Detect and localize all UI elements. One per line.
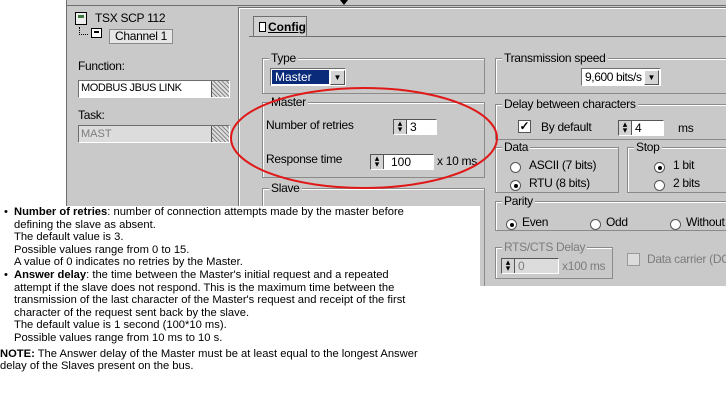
- transmission-value: 9,600 bits/s: [585, 70, 642, 84]
- item1-title: Number of retries: [14, 206, 108, 218]
- response-input[interactable]: ▴ ▾ 100: [370, 154, 434, 170]
- documentation-text: • Number of retries: number of connectio…: [0, 206, 480, 414]
- item1-line5: A value of 0 indicates no retries by the…: [14, 256, 243, 269]
- response-label: Response time: [266, 152, 343, 166]
- stop-2bits-label: 2 bits: [673, 176, 700, 190]
- parity-even-label: Even: [522, 215, 549, 229]
- note-label: NOTE:: [0, 347, 35, 360]
- function-select[interactable]: MODBUS JBUS LINK: [78, 80, 230, 98]
- task-label: Task:: [78, 108, 105, 122]
- window-top-edge: [67, 0, 726, 6]
- tree-branch-icon: [79, 27, 88, 35]
- transmission-select[interactable]: 9,600 bits/s ▼: [581, 68, 661, 86]
- rts-input: ▴ ▾ 0: [501, 258, 559, 274]
- type-legend: Type: [269, 51, 298, 65]
- task-value: MAST: [81, 128, 112, 140]
- item2-title: Answer delay: [14, 268, 87, 281]
- data-legend: Data: [502, 140, 531, 154]
- stop-1bit-label: 1 bit: [673, 158, 695, 172]
- delay-default-label: By default: [541, 120, 592, 134]
- rts-spin-icon: ▴ ▾: [502, 258, 515, 273]
- bullet-icon: •: [4, 206, 8, 218]
- slave-legend: Slave: [269, 181, 302, 195]
- task-dropdown-icon: [211, 126, 229, 142]
- parity-odd-radio[interactable]: [590, 219, 601, 230]
- channel-item[interactable]: Channel 1: [109, 29, 174, 44]
- transmission-legend: Transmission speed: [502, 51, 608, 65]
- stop-1bit-radio[interactable]: [654, 162, 665, 173]
- delay-legend: Delay between characters: [502, 97, 638, 111]
- carrier-label: Data carrier (DCD): [647, 252, 726, 266]
- type-value: Master: [271, 69, 330, 85]
- list-item: • Answer delay: the time between the Mas…: [0, 269, 480, 345]
- module-name: TSX SCP 112: [95, 11, 166, 25]
- retries-label: Number of retries: [266, 118, 354, 132]
- delay-default-checkbox[interactable]: ✓: [518, 120, 531, 133]
- rts-legend: RTS/CTS Delay: [502, 240, 588, 254]
- item2-line1: : the time between the Master's initial …: [86, 268, 389, 281]
- item2-line2: attempt if the slave does not respond. T…: [14, 281, 395, 294]
- retries-spin-icon[interactable]: ▴ ▾: [394, 119, 407, 134]
- note-line1: The Answer delay of the Master must be a…: [34, 347, 418, 360]
- response-value: 100: [391, 155, 412, 169]
- data-ascii-label: ASCII (7 bits): [529, 158, 597, 172]
- carrier-checkbox: [627, 253, 640, 266]
- parity-odd-label: Odd: [606, 215, 628, 229]
- parity-legend: Parity: [502, 194, 535, 208]
- item2-line3: transmission of the last character of th…: [14, 294, 406, 307]
- type-dropdown-icon[interactable]: ▼: [330, 70, 345, 85]
- item2-line4: character of the request sent back by th…: [14, 306, 250, 319]
- item2-line5: The default value is 1 second (100*10 ms…: [14, 319, 227, 332]
- item1-line4: Possible values range from 0 to 15.: [14, 243, 190, 256]
- tab-config[interactable]: Config: [253, 16, 307, 36]
- item2-line6: Possible values range from 10 ms to 10 s…: [14, 331, 223, 344]
- tab-config-label: Config: [268, 20, 306, 34]
- config-tab-icon: [259, 22, 266, 32]
- stop-2bits-radio[interactable]: [654, 180, 665, 191]
- response-spin-icon[interactable]: ▴ ▾: [371, 154, 384, 169]
- transmission-dropdown-icon[interactable]: ▼: [644, 70, 659, 85]
- item1-line2: defining the slave as absent.: [14, 218, 156, 231]
- list-item: • Number of retries: number of connectio…: [0, 206, 480, 269]
- item1-line3: The default value is 3.: [14, 231, 124, 244]
- tab-underline: [249, 36, 726, 37]
- retries-value: 3: [410, 120, 417, 134]
- delay-unit: ms: [678, 121, 694, 135]
- dropdown-arrow-icon[interactable]: [340, 0, 348, 5]
- note-line2: delay of the Slaves present on the bus.: [0, 360, 194, 373]
- parity-even-radio[interactable]: [506, 219, 517, 230]
- data-rtu-radio[interactable]: [510, 180, 521, 191]
- parity-without-label: Without: [686, 215, 725, 229]
- master-legend: Master: [269, 95, 308, 109]
- task-select: MAST: [78, 125, 230, 143]
- rts-value: 0: [518, 259, 525, 273]
- bullet-icon: •: [4, 268, 8, 281]
- type-select[interactable]: Master ▼: [270, 68, 346, 86]
- response-unit: x 10 ms: [437, 154, 477, 168]
- function-label: Function:: [78, 59, 125, 73]
- parity-without-radio[interactable]: [670, 219, 681, 230]
- note-paragraph: NOTE: The Answer delay of the Master mus…: [0, 348, 480, 373]
- module-icon: [75, 12, 87, 25]
- function-value: MODBUS JBUS LINK: [81, 82, 182, 94]
- delay-value: 4: [635, 121, 642, 135]
- data-rtu-label: RTU (8 bits): [529, 176, 590, 190]
- item1-line1: : number of connection attempts made by …: [107, 206, 404, 218]
- channel-icon: [91, 28, 102, 38]
- data-ascii-radio[interactable]: [510, 162, 521, 173]
- delay-spin-icon: ▴ ▾: [619, 120, 632, 135]
- rts-unit: x100 ms: [562, 259, 606, 273]
- stop-legend: Stop: [634, 140, 662, 154]
- retries-input[interactable]: ▴ ▾ 3: [393, 119, 437, 135]
- function-dropdown-icon[interactable]: [211, 81, 229, 97]
- delay-input: ▴ ▾ 4: [618, 120, 664, 136]
